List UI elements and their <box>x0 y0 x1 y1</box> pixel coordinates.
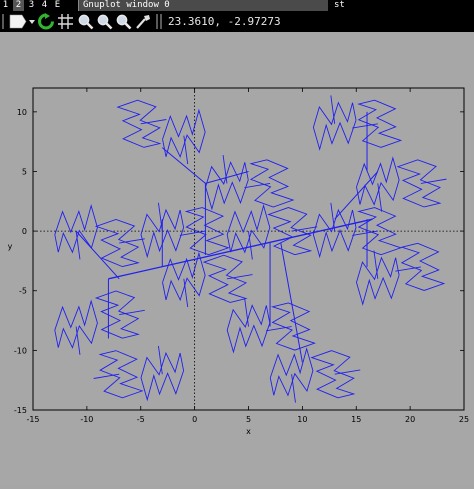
taskbar: 1 2 3 4 E Gnuplot window 0 st <box>0 0 474 11</box>
x-tick-label: -15 <box>26 415 39 424</box>
x-tick-label: 20 <box>405 415 415 424</box>
workspace-2[interactable]: 2 <box>13 0 24 11</box>
y-axis-label: y <box>8 242 13 251</box>
x-tick-label: 25 <box>459 415 469 424</box>
mouse-toggle-icon[interactable] <box>134 13 152 30</box>
plot-area[interactable]: -15 -10 -5 0 5 10 15 20 25 -15 -10 -5 0 5 10 x y <box>0 32 474 485</box>
fractal-motif <box>205 161 249 211</box>
fractal-motif <box>54 299 98 349</box>
window-title-tab[interactable]: Gnuplot window 0 <box>78 0 328 11</box>
x-tick-label: -5 <box>137 415 145 424</box>
copy-clipboard-icon[interactable] <box>8 13 36 30</box>
fractal-motif <box>116 99 162 148</box>
fractal-branch <box>334 171 379 220</box>
fractal-motif <box>356 156 400 206</box>
toolbar-separator <box>160 14 162 29</box>
fractal-motif <box>54 204 98 254</box>
fractal-branch <box>75 230 120 280</box>
y-tick-label: 10 <box>17 108 27 117</box>
grid-icon[interactable] <box>57 13 74 30</box>
y-tick-label: -10 <box>14 346 27 355</box>
toolbar-grip <box>2 14 4 29</box>
fractal-motif <box>202 254 248 303</box>
zoom-next-icon[interactable] <box>96 13 113 30</box>
y-tick-label: 5 <box>22 167 27 176</box>
fractal-motif <box>140 351 185 402</box>
fractal-motif <box>357 99 403 148</box>
y-tick-label: 0 <box>22 227 27 236</box>
workspace-4[interactable]: 4 <box>39 0 50 11</box>
fractal-plot[interactable]: -15 -10 -5 0 5 10 15 20 25 -15 -10 -5 0 5 10 x y <box>0 32 474 485</box>
fractal-motif <box>400 242 446 291</box>
fractal-motif <box>249 159 295 208</box>
fractal-motif <box>98 350 144 399</box>
x-tick-label: 0 <box>192 415 197 424</box>
y-tick-label: -5 <box>19 287 27 296</box>
status-label: st <box>334 0 345 10</box>
unzoom-icon[interactable] <box>115 13 132 30</box>
fractal-motif <box>356 256 400 306</box>
zoom-previous-icon[interactable] <box>77 13 94 30</box>
x-tick-label: -10 <box>80 415 93 424</box>
fractal-motif <box>310 350 356 399</box>
fractal-motif <box>226 304 271 354</box>
fractal-motif <box>312 208 357 259</box>
fractal-motif <box>94 218 140 268</box>
fractal-branch <box>161 147 206 184</box>
fractal-motif <box>312 101 357 151</box>
fractal-motif <box>396 159 442 208</box>
plot-frame <box>32 87 465 411</box>
fractal-motif <box>162 251 206 302</box>
workspace-1[interactable]: 1 <box>0 0 11 11</box>
x-tick-label: 15 <box>351 415 361 424</box>
gnuplot-toolbar: 23.3610, -2.97273 <box>0 11 474 32</box>
toolbar-separator <box>156 14 158 29</box>
fractal-branch <box>280 242 303 363</box>
workspace-3[interactable]: 3 <box>26 0 37 11</box>
x-tick-label: 5 <box>246 415 251 424</box>
fractal-motif <box>94 290 140 339</box>
fractal-series <box>54 95 447 403</box>
fractal-motif <box>226 204 271 254</box>
fractal-motif <box>269 347 314 397</box>
mouse-coordinates: 23.3610, -2.97273 <box>168 15 281 28</box>
workspace-e[interactable]: E <box>52 0 63 11</box>
x-axis-label: x <box>246 427 251 436</box>
replot-icon[interactable] <box>37 13 55 30</box>
fractal-motif <box>270 302 316 351</box>
fractal-motif <box>162 108 206 159</box>
y-tick-label: -15 <box>14 406 27 415</box>
x-tick-label: 10 <box>297 415 307 424</box>
